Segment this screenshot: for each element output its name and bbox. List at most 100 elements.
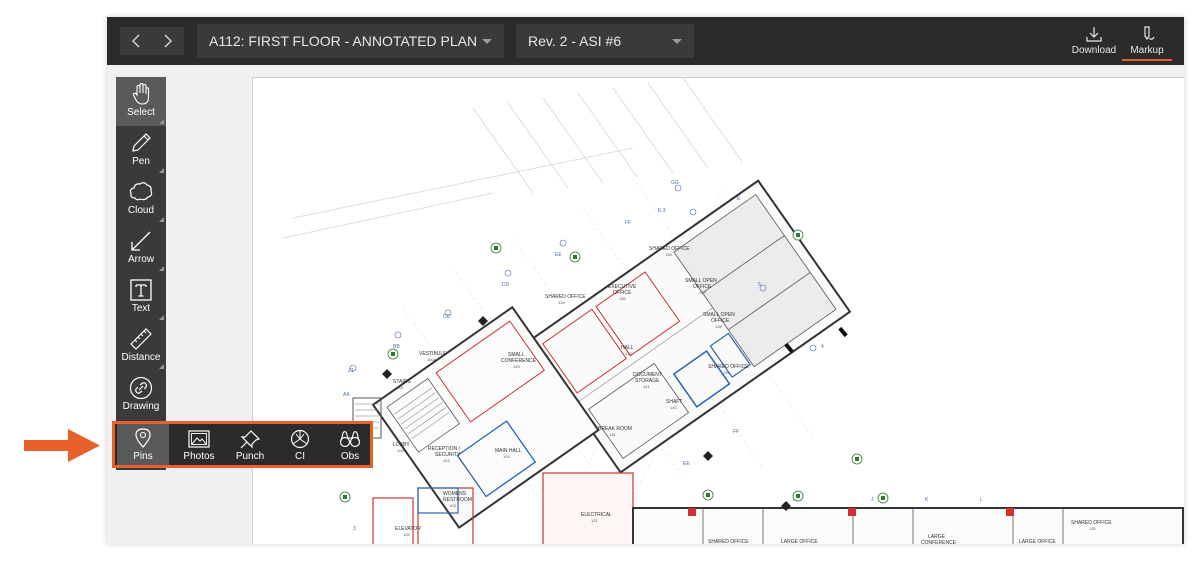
svg-text:5: 5: [758, 282, 761, 288]
sheet-select[interactable]: A112: FIRST FLOOR - ANNOTATED PLAN: [197, 24, 504, 58]
floor-plan-drawing: GGFF EEDD CCBB Z1AA E.3E 54 FFEE HJ KL 3: [282, 78, 1184, 544]
tool-cloud[interactable]: Cloud: [116, 175, 166, 224]
markup-pen-icon: [1144, 26, 1155, 41]
tool-arrow[interactable]: Arrow: [116, 224, 166, 273]
pin-photos-label: Photos: [183, 451, 215, 462]
photo-icon: [188, 430, 210, 448]
svg-text:L: L: [980, 497, 983, 503]
pin-ci-button[interactable]: CI: [275, 426, 325, 466]
svg-text:121: 121: [591, 518, 598, 523]
revision-label: Rev. 2 - ASI #6: [528, 33, 622, 49]
coordination-issue-icon: [290, 429, 310, 449]
pin-punch-button[interactable]: Punch: [225, 426, 275, 466]
svg-text:LARGE OFFICE: LARGE OFFICE: [781, 539, 818, 544]
tool-cloud-label: Cloud: [127, 205, 155, 216]
svg-text:DD: DD: [502, 282, 510, 288]
tool-arrow-label: Arrow: [127, 254, 155, 265]
svg-text:141: 141: [643, 384, 650, 389]
svg-text:131: 131: [609, 432, 616, 437]
svg-text:100: 100: [397, 448, 404, 453]
tool-text[interactable]: Text: [116, 273, 166, 322]
download-label: Download: [1071, 45, 1117, 56]
svg-text:Z1: Z1: [348, 368, 354, 374]
markup-toolbar: Select Pen Cloud Arrow Text Distance Dra…: [116, 77, 166, 470]
svg-text:RESTROOM: RESTROOM: [443, 497, 472, 503]
svg-text:4: 4: [821, 344, 824, 350]
tool-drawing-label: Drawing: [122, 401, 160, 412]
chevron-down-icon: [482, 39, 492, 44]
cloud-icon: [129, 182, 153, 201]
svg-text:140: 140: [670, 405, 677, 410]
svg-text:139: 139: [723, 370, 730, 375]
svg-text:137: 137: [699, 290, 706, 295]
link-icon: [129, 376, 153, 400]
svg-text:102: 102: [443, 458, 450, 463]
submenu-indicator: [159, 315, 164, 320]
svg-text:FF: FF: [733, 429, 739, 435]
sheet-title: A112: FIRST FLOOR - ANNOTATED PLAN: [209, 33, 478, 49]
svg-text:138: 138: [715, 324, 722, 329]
pushpin-icon: [240, 430, 261, 449]
svg-text:100A: 100A: [427, 357, 437, 362]
svg-text:EE: EE: [555, 252, 562, 258]
svg-text:105: 105: [403, 532, 410, 537]
drawing-canvas[interactable]: GGFF EEDD CCBB Z1AA E.3E 54 FFEE HJ KL 3: [252, 77, 1184, 544]
svg-text:LARGE OFFICE: LARGE OFFICE: [1019, 539, 1056, 544]
svg-text:136: 136: [665, 252, 672, 257]
markup-button[interactable]: Markup: [1122, 23, 1172, 61]
chevron-down-icon: [672, 39, 682, 44]
tool-select-label: Select: [127, 107, 155, 118]
tool-pen-label: Pen: [132, 156, 150, 167]
svg-text:3: 3: [353, 526, 356, 532]
svg-text:FF: FF: [625, 220, 631, 226]
submenu-indicator: [159, 119, 164, 124]
tool-pins[interactable]: Pins: [117, 424, 169, 465]
tool-pins-label: Pins: [133, 451, 153, 462]
hand-icon: [132, 82, 150, 105]
download-button[interactable]: Download: [1069, 23, 1119, 61]
svg-text:104: 104: [503, 454, 510, 459]
svg-text:130: 130: [1089, 526, 1096, 531]
pin-punch-label: Punch: [235, 451, 265, 462]
svg-text:CC: CC: [443, 314, 451, 320]
svg-text:E.3: E.3: [658, 208, 666, 214]
tool-distance-label: Distance: [121, 352, 161, 363]
svg-text:K: K: [925, 497, 929, 503]
pen-icon: [132, 133, 151, 152]
tool-drawing[interactable]: Drawing: [116, 371, 166, 420]
svg-text:135: 135: [619, 296, 626, 301]
pin-ci-label: CI: [295, 451, 305, 462]
chevron-left-icon: [131, 34, 140, 48]
revision-select[interactable]: Rev. 2 - ASI #6: [516, 24, 694, 58]
submenu-indicator: [159, 217, 164, 222]
svg-text:101: 101: [397, 385, 404, 390]
svg-text:133: 133: [513, 364, 520, 369]
svg-text:132: 132: [625, 351, 632, 356]
submenu-indicator: [159, 364, 164, 369]
tool-pen[interactable]: Pen: [116, 126, 166, 175]
arrow-icon: [131, 231, 151, 251]
pin-obs-label: Obs: [340, 451, 360, 462]
previous-sheet-button[interactable]: [120, 27, 152, 55]
download-icon: [1086, 27, 1102, 42]
svg-text:134: 134: [558, 300, 565, 305]
pin-obs-button[interactable]: Obs: [325, 426, 375, 466]
svg-text:103: 103: [449, 503, 456, 508]
svg-text:CONFERENCE: CONFERENCE: [921, 540, 957, 544]
submenu-indicator: [159, 266, 164, 271]
svg-text:J: J: [871, 497, 874, 503]
svg-text:GG: GG: [671, 180, 679, 186]
tool-select[interactable]: Select: [116, 77, 166, 126]
svg-text:SHARED OFFICE: SHARED OFFICE: [708, 539, 749, 544]
map-pin-icon: [135, 428, 151, 448]
svg-text:AA: AA: [343, 392, 350, 398]
tool-distance[interactable]: Distance: [116, 322, 166, 371]
next-sheet-button[interactable]: [152, 27, 184, 55]
markup-label: Markup: [1130, 45, 1164, 56]
pin-photos-button[interactable]: Photos: [174, 426, 224, 466]
binoculars-icon: [339, 431, 361, 448]
plan-viewer-app: A112: FIRST FLOOR - ANNOTATED PLAN Rev. …: [107, 17, 1184, 544]
chevron-right-icon: [164, 34, 173, 48]
svg-text:EE: EE: [683, 461, 690, 467]
top-bar: A112: FIRST FLOOR - ANNOTATED PLAN Rev. …: [107, 17, 1184, 65]
